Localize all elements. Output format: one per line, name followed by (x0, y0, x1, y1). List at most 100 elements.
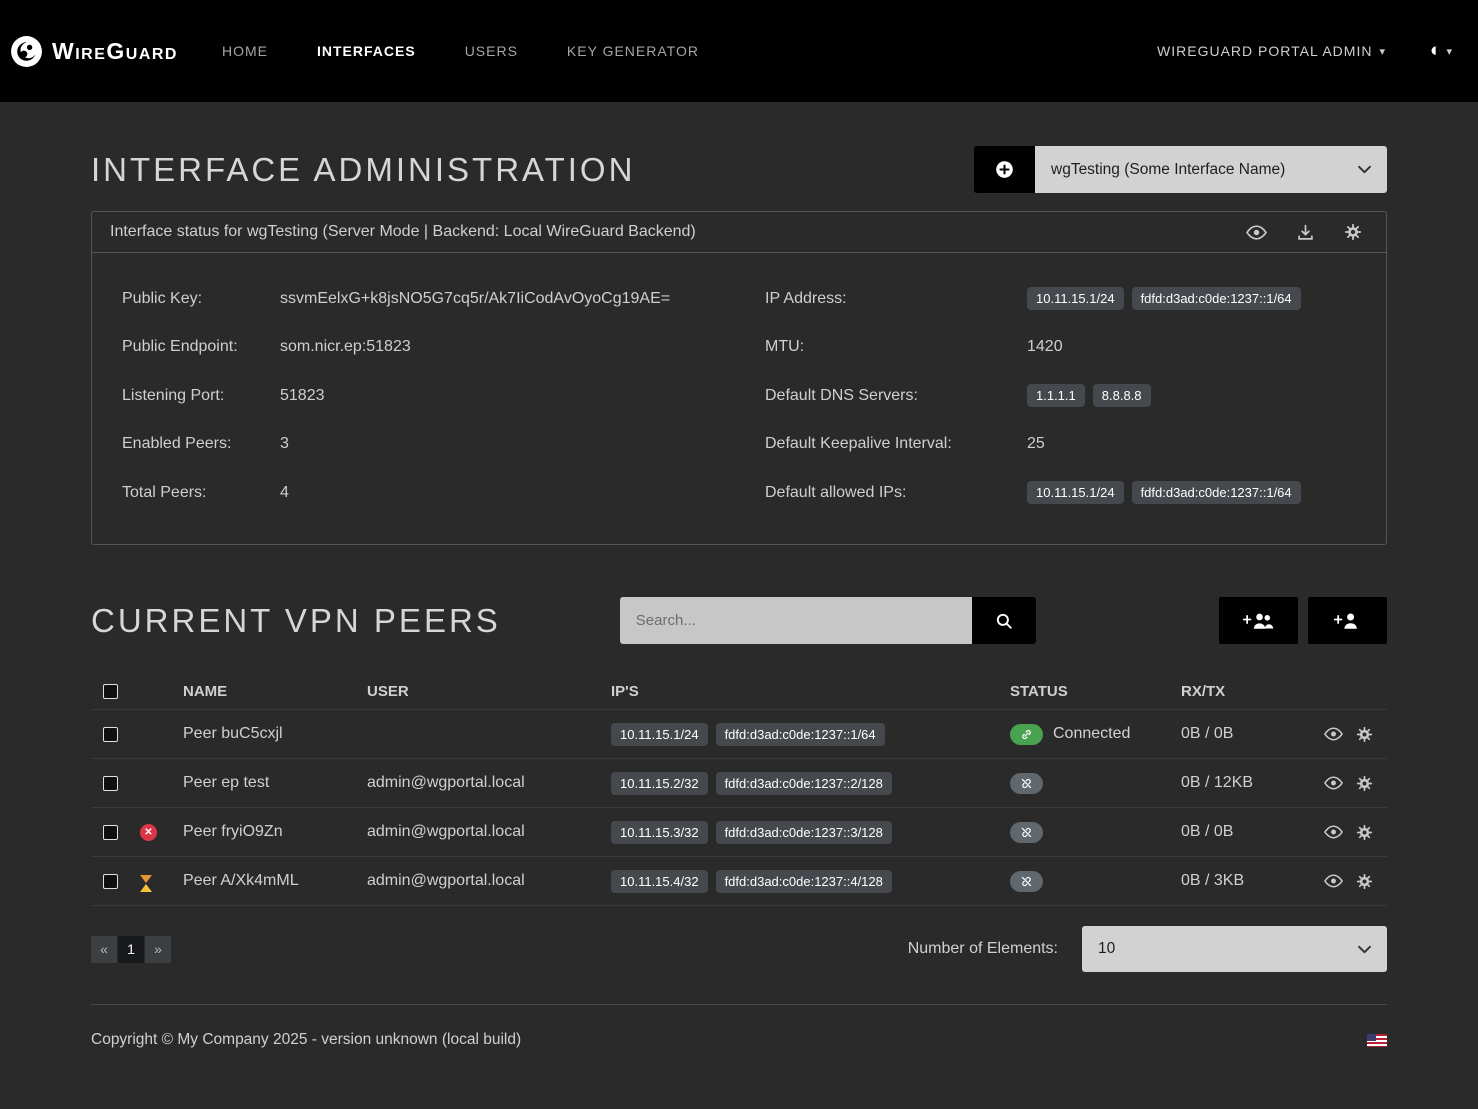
field-label-total-peers: Total Peers: (122, 484, 280, 502)
elements-count-select[interactable]: 10 (1082, 926, 1387, 972)
dns-badge: 8.8.8.8 (1093, 384, 1151, 407)
peer-row[interactable]: ✕ Peer fryiO9Zn admin@wgportal.local 10.… (91, 808, 1387, 857)
peer-row[interactable]: Peer buC5cxjl 10.11.15.1/24 fdfd:d3ad:c0d… (91, 710, 1387, 759)
select-all-checkbox[interactable] (103, 684, 118, 699)
chevron-down-icon (1358, 165, 1371, 174)
column-header-ips: IP'S (611, 683, 1010, 700)
peers-section-title: CURRENT VPN PEERS (91, 602, 501, 640)
user-menu-label: WIREGUARD PORTAL ADMIN (1157, 43, 1372, 59)
row-checkbox[interactable] (103, 727, 118, 742)
link-icon (1020, 728, 1033, 741)
theme-toggle-dropdown[interactable]: ◐ ▾ (1430, 40, 1452, 62)
language-flag-us-icon[interactable] (1367, 1034, 1387, 1047)
peer-table: NAME USER IP'S STATUS RX/TX Peer buC5cxj… (91, 674, 1387, 906)
allowed-ip-badge: 10.11.15.1/24 (1027, 481, 1124, 504)
row-checkbox[interactable] (103, 874, 118, 889)
eye-icon (1324, 874, 1343, 888)
peer-ips: 10.11.15.1/24 fdfd:d3ad:c0de:1237::1/64 (611, 723, 1010, 746)
peer-rxtx: 0B / 0B (1181, 823, 1318, 841)
peer-ip-badge: 10.11.15.2/32 (611, 772, 708, 795)
edit-peer-button[interactable] (1356, 775, 1373, 792)
download-config-button[interactable] (1297, 224, 1314, 241)
edit-peer-button[interactable] (1356, 873, 1373, 890)
page-title: INTERFACE ADMINISTRATION (91, 151, 635, 189)
status-connected-pill (1010, 724, 1043, 745)
add-interface-button[interactable] (974, 146, 1035, 193)
search-icon (995, 612, 1013, 630)
search-group (620, 597, 1036, 644)
view-config-button[interactable] (1246, 225, 1267, 240)
edit-peer-button[interactable] (1356, 726, 1373, 743)
peer-user: admin@wgportal.local (367, 823, 611, 841)
caret-down-icon: ▾ (1379, 45, 1386, 58)
nav-item-home[interactable]: HOME (222, 43, 268, 59)
pagination-next-button[interactable]: » (145, 936, 171, 963)
peer-ips: 10.11.15.2/32fdfd:d3ad:c0de:1237::2/128 (611, 772, 1010, 795)
field-value-mtu: 1420 (1027, 338, 1356, 356)
nav-item-interfaces[interactable]: INTERFACES (317, 43, 416, 59)
eye-icon (1324, 825, 1343, 839)
peer-ip-badge: fdfd:d3ad:c0de:1237::4/128 (716, 870, 892, 893)
link-slash-icon (1020, 875, 1033, 888)
dns-badge: 1.1.1.1 (1027, 384, 1085, 407)
column-header-rxtx: RX/TX (1181, 683, 1318, 700)
user-menu-dropdown[interactable]: WIREGUARD PORTAL ADMIN ▾ (1157, 43, 1386, 59)
gear-icon (1356, 824, 1373, 841)
peer-disabled-icon: ✕ (140, 824, 157, 841)
peer-row[interactable]: Peer A/Xk4mML admin@wgportal.local 10.11… (91, 857, 1387, 906)
wireguard-logo-icon (10, 35, 43, 68)
theme-half-circle-icon: ◐ (1430, 40, 1441, 62)
row-checkbox[interactable] (103, 825, 118, 840)
view-peer-button[interactable] (1324, 873, 1343, 890)
pagination-prev-button[interactable]: « (91, 936, 117, 963)
peer-ip-badge: 10.11.15.3/32 (611, 821, 708, 844)
field-value-listening-port: 51823 (280, 387, 765, 405)
view-peer-button[interactable] (1324, 824, 1343, 841)
field-label-ip-address: IP Address: (765, 290, 1027, 308)
peer-user: admin@wgportal.local (367, 872, 611, 890)
peer-ip-badge: 10.11.15.4/32 (611, 870, 708, 893)
peer-ip-badge: 10.11.15.1/24 (611, 723, 708, 746)
nav-item-key-generator[interactable]: KEY GENERATOR (567, 43, 699, 59)
add-multiple-peers-button[interactable] (1219, 597, 1298, 644)
copyright-text: Copyright © My Company 2025 - version un… (91, 1031, 521, 1049)
field-label-enabled-peers: Enabled Peers: (122, 435, 280, 453)
field-label-public-endpoint: Public Endpoint: (122, 338, 280, 356)
peer-name: Peer buC5cxjl (183, 725, 367, 743)
row-checkbox[interactable] (103, 776, 118, 791)
edit-peer-button[interactable] (1356, 824, 1373, 841)
edit-interface-button[interactable] (1344, 223, 1362, 241)
navbar: WireGuard HOME INTERFACES USERS KEY GENE… (0, 0, 1478, 102)
footer: Copyright © My Company 2025 - version un… (91, 1004, 1387, 1077)
pagination-page-1[interactable]: 1 (118, 936, 144, 963)
field-label-mtu: MTU: (765, 338, 1027, 356)
nav-item-users[interactable]: USERS (465, 43, 518, 59)
search-button[interactable] (972, 597, 1036, 644)
chevron-down-icon (1358, 945, 1371, 954)
field-value-keepalive: 25 (1027, 435, 1356, 453)
peer-row[interactable]: Peer ep test admin@wgportal.local 10.11.… (91, 759, 1387, 808)
add-peer-button[interactable] (1308, 597, 1387, 644)
ip-badge: fdfd:d3ad:c0de:1237::1/64 (1132, 287, 1301, 310)
peer-ip-badge: fdfd:d3ad:c0de:1237::1/64 (716, 723, 885, 746)
nav-links: HOME INTERFACES USERS KEY GENERATOR (222, 43, 699, 59)
interface-select[interactable]: wgTesting (Some Interface Name) (1035, 146, 1387, 193)
column-header-name: NAME (183, 683, 367, 700)
field-value-enabled-peers: 3 (280, 435, 765, 453)
eye-icon (1324, 727, 1343, 741)
ip-badge: 10.11.15.1/24 (1027, 287, 1124, 310)
gear-icon (1344, 223, 1362, 241)
status-label: Connected (1053, 725, 1130, 743)
view-peer-button[interactable] (1324, 726, 1343, 743)
field-label-allowed-ips: Default allowed IPs: (765, 484, 1027, 502)
peer-name: Peer fryiO9Zn (183, 823, 367, 841)
search-input[interactable] (620, 597, 972, 644)
field-value-allowed-ips: 10.11.15.1/24fdfd:d3ad:c0de:1237::1/64 (1027, 481, 1356, 504)
peer-name: Peer A/Xk4mML (183, 872, 367, 890)
gear-icon (1356, 726, 1373, 743)
view-peer-button[interactable] (1324, 775, 1343, 792)
brand[interactable]: WireGuard (10, 35, 178, 68)
interface-select-value: wgTesting (Some Interface Name) (1051, 161, 1285, 179)
gear-icon (1356, 873, 1373, 890)
add-user-icon (1334, 611, 1361, 630)
